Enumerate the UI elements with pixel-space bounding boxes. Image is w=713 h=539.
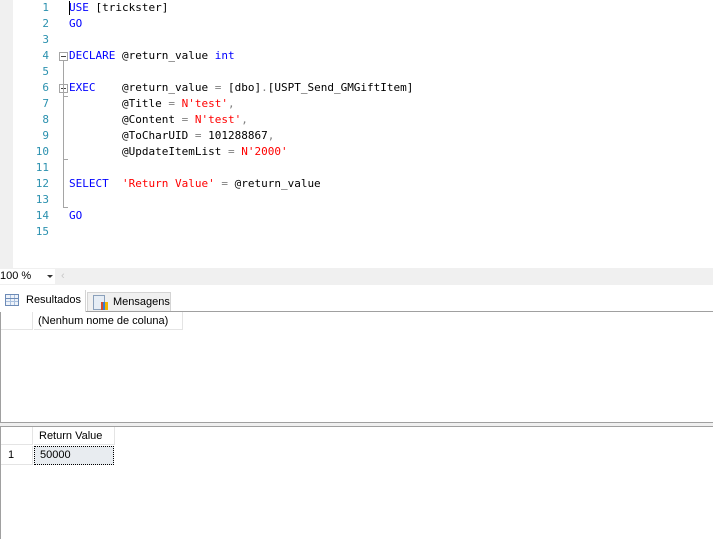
code-line[interactable]: 4 DECLARE @return_value int [0, 48, 713, 64]
code-token: [USPT_Send_GMGiftItem] [267, 81, 414, 94]
fold-guide-end [63, 207, 68, 208]
code-text: DECLARE @return_value int [69, 48, 235, 64]
text-caret [69, 1, 70, 15]
keyword-token: USE [69, 1, 89, 14]
code-line[interactable]: 5 [0, 64, 713, 80]
keyword-token: DECLARE [69, 49, 116, 62]
grid-cell-selected[interactable]: 50000 [34, 446, 114, 465]
code-line[interactable]: 12 SELECT 'Return Value' = @return_value [0, 176, 713, 192]
tab-messages[interactable]: Mensagens [87, 292, 171, 311]
code-line[interactable]: 3 [0, 32, 713, 48]
string-token: N'test' [194, 113, 242, 126]
code-token: 101288867 [201, 129, 268, 142]
code-line[interactable]: 8 @Content = N'test', [0, 112, 713, 128]
column-header-label: (Nenhum nome de coluna) [38, 315, 169, 327]
code-line[interactable]: 2 GO [0, 16, 713, 32]
code-line[interactable]: 13 [0, 192, 713, 208]
keyword-token: EXEC [69, 81, 96, 94]
line-number: 5 [42, 65, 49, 78]
code-line[interactable]: 14 GO [0, 208, 713, 224]
line-number: 15 [35, 225, 49, 238]
code-text: @Title = N'test', [69, 96, 235, 112]
grid-corner[interactable] [1, 427, 33, 445]
column-header[interactable]: Return Value [34, 427, 115, 445]
string-token: N'test' [181, 97, 228, 110]
code-token: . [261, 81, 268, 94]
code-token: @return_value [95, 81, 215, 94]
column-header-label: Return Value [39, 430, 103, 442]
tab-messages-label: Mensagens [113, 296, 170, 308]
code-token: @Content [69, 113, 182, 126]
line-number: 14 [35, 209, 49, 222]
tab-results[interactable]: Resultados [0, 290, 86, 312]
code-line[interactable]: 15 [0, 224, 713, 240]
code-text: @UpdateItemList = N'2000' [69, 144, 288, 160]
code-token: , [241, 113, 248, 126]
result-grid-1[interactable]: (Nenhum nome de coluna) [0, 312, 713, 422]
line-number: 1 [42, 1, 49, 14]
line-number: 10 [35, 145, 49, 158]
string-token: N'2000' [241, 145, 288, 158]
line-number: 9 [42, 129, 49, 142]
query-editor[interactable]: 1 USE [trickster] 2 GO 3 4 DECLARE @return_val… [0, 0, 713, 268]
code-line[interactable]: 7 @Title = N'test', [0, 96, 713, 112]
scroll-left-icon[interactable]: ‹ [61, 269, 65, 284]
code-text: SELECT 'Return Value' = @return_value [69, 176, 321, 192]
tab-results-label: Resultados [26, 294, 82, 306]
code-line[interactable]: 10 @UpdateItemList = N'2000' [0, 144, 713, 160]
fold-guide [63, 160, 64, 208]
line-number: 2 [42, 17, 49, 30]
code-text: GO [69, 208, 82, 224]
code-token: = [227, 145, 235, 158]
zoom-value: 100 % [0, 270, 32, 282]
messages-icon [93, 295, 108, 310]
code-text: @ToCharUID = 101288867, [69, 128, 274, 144]
code-token: @Title [69, 97, 169, 110]
code-text: GO [69, 16, 82, 32]
keyword-token: GO [69, 209, 83, 222]
row-number[interactable]: 1 [1, 446, 33, 465]
code-token: = [221, 177, 228, 190]
line-number: 7 [42, 97, 49, 110]
line-number: 4 [42, 49, 49, 62]
fold-guide [63, 92, 64, 160]
line-number: 8 [42, 113, 49, 126]
keyword-token: int [214, 49, 235, 62]
line-number: 12 [35, 177, 49, 190]
code-token: , [227, 97, 235, 110]
code-line[interactable]: 1 USE [trickster] [0, 0, 713, 16]
code-token: [trickster] [88, 1, 169, 14]
code-line[interactable]: 11 [0, 160, 713, 176]
grid-icon [5, 294, 19, 306]
code-line[interactable]: 6 EXEC @return_value = [dbo].[USPT_Send_G… [0, 80, 713, 96]
code-text: @Content = N'test', [69, 112, 248, 128]
chevron-down-icon [47, 275, 53, 278]
column-header[interactable]: (Nenhum nome de coluna) [34, 312, 183, 330]
code-token: [dbo] [221, 81, 262, 94]
code-token: @UpdateItemList [69, 145, 228, 158]
code-text: USE [trickster] [69, 0, 168, 16]
line-number: 11 [35, 161, 49, 174]
zoom-bar: 100 % ‹ [0, 268, 713, 285]
result-grid-2[interactable]: Return Value 1 50000 [0, 427, 713, 539]
code-token: @return_value [227, 177, 321, 190]
code-text: EXEC @return_value = [dbo].[USPT_Send_GM… [69, 80, 413, 96]
keyword-token: GO [69, 17, 83, 30]
grid-corner[interactable] [1, 312, 33, 330]
line-number: 6 [42, 81, 49, 94]
line-number: 13 [35, 193, 49, 206]
string-token: 'Return Value' [122, 177, 215, 190]
line-number: 3 [42, 33, 49, 46]
code-token: @ToCharUID [69, 129, 195, 142]
keyword-token: SELECT [69, 177, 109, 190]
code-token: = [168, 97, 175, 110]
zoom-dropdown[interactable]: 100 % [0, 269, 55, 284]
code-line[interactable]: 9 @ToCharUID = 101288867, [0, 128, 713, 144]
results-tabs: Resultados Mensagens [0, 285, 713, 312]
code-token: , [267, 129, 275, 142]
code-token: @return_value [115, 49, 215, 62]
